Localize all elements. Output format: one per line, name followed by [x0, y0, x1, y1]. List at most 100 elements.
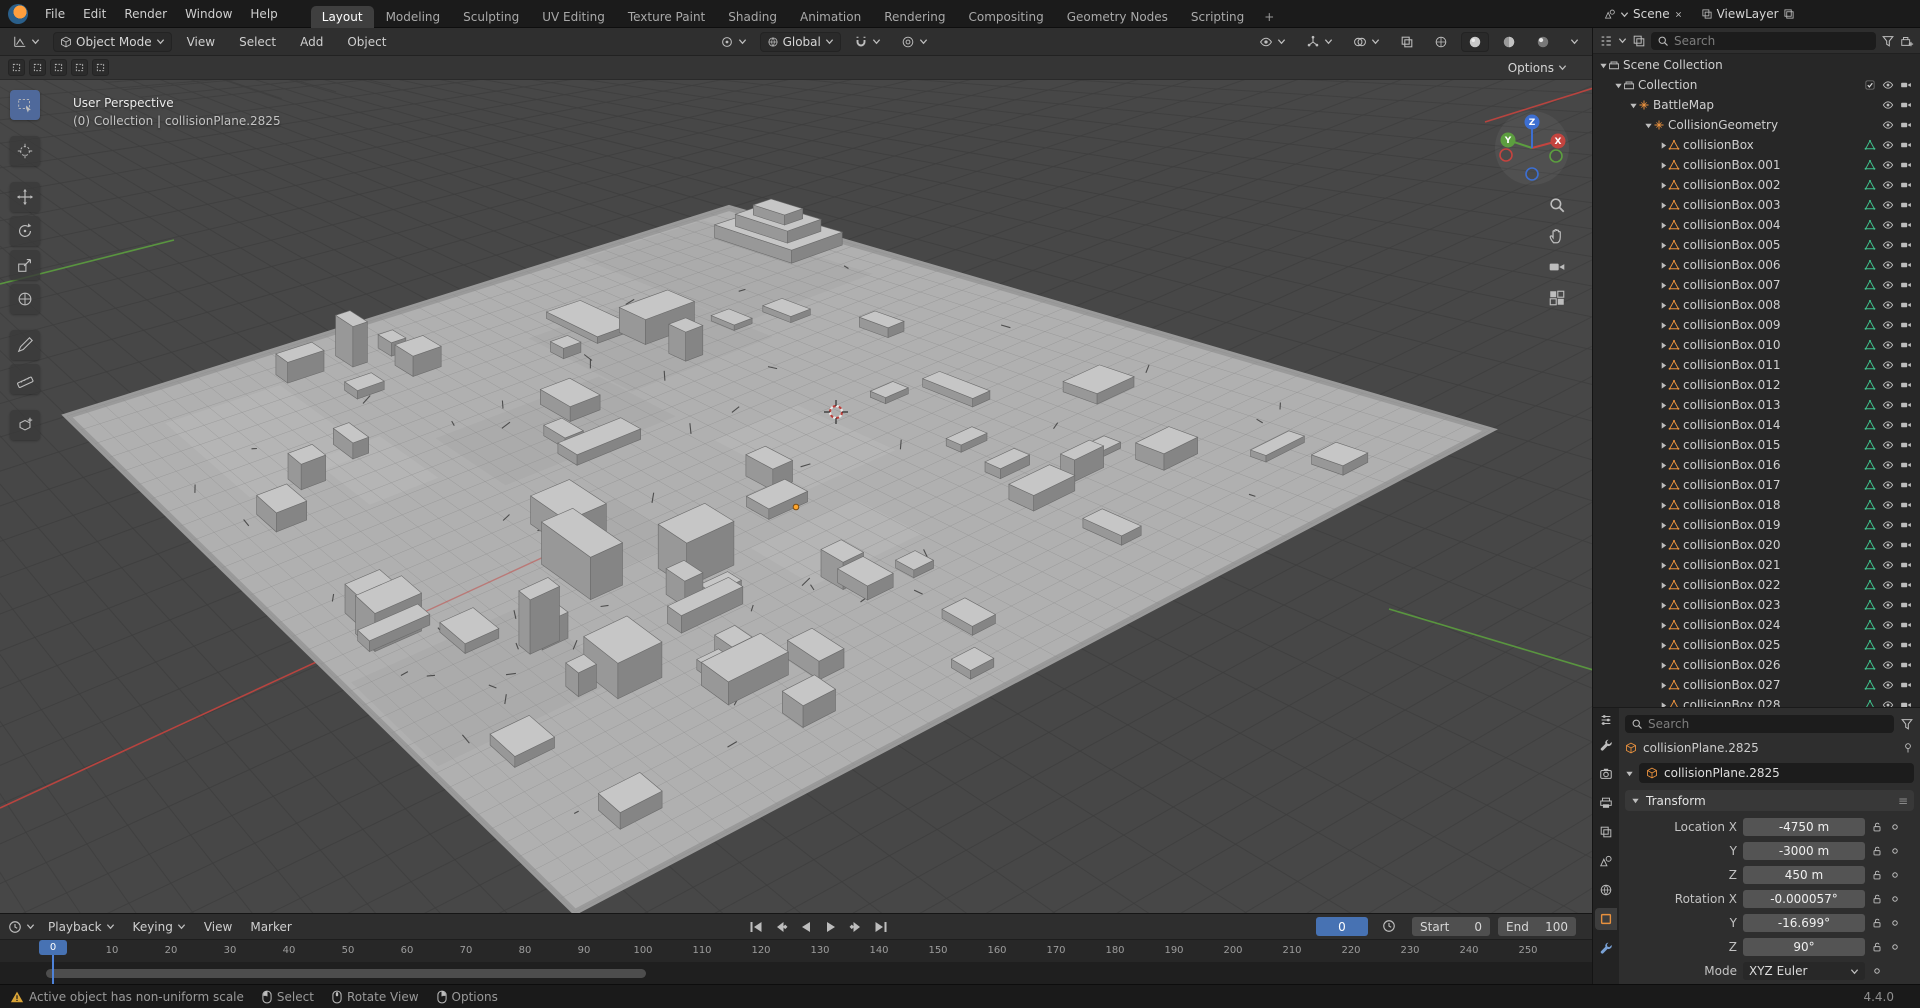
expand-right-icon[interactable] — [1659, 641, 1668, 650]
animate-dot-icon[interactable] — [1889, 893, 1901, 905]
expand-right-icon[interactable] — [1659, 601, 1668, 610]
hide-viewport-icon[interactable] — [1882, 459, 1894, 471]
hide-viewport-icon[interactable] — [1882, 599, 1894, 611]
shading-material-button[interactable] — [1495, 32, 1523, 52]
timeline-menu-view[interactable]: View — [195, 917, 241, 937]
timeline-menu-playback[interactable]: Playback — [39, 917, 124, 937]
mode-dropdown[interactable]: Object Mode — [53, 32, 172, 52]
animate-dot-icon[interactable] — [1889, 845, 1901, 857]
expand-right-icon[interactable] — [1659, 261, 1668, 270]
shading-dropdown[interactable] — [1563, 34, 1586, 49]
outliner-row-collection[interactable]: Collection — [1593, 75, 1920, 95]
outliner-row-collisionbox-005[interactable]: collisionBox.005 — [1593, 235, 1920, 255]
breadcrumb-label[interactable]: collisionPlane.2825 — [1643, 741, 1759, 755]
properties-tab-scene[interactable] — [1595, 850, 1617, 872]
tool-rotate-button[interactable] — [10, 216, 40, 246]
outliner-row-collisionbox-011[interactable]: collisionBox.011 — [1593, 355, 1920, 375]
disable-render-icon[interactable] — [1900, 319, 1912, 331]
outliner-row-collisionbox-019[interactable]: collisionBox.019 — [1593, 515, 1920, 535]
outliner-search[interactable] — [1651, 32, 1876, 50]
expand-right-icon[interactable] — [1659, 141, 1668, 150]
disable-render-icon[interactable] — [1900, 439, 1912, 451]
hide-viewport-icon[interactable] — [1882, 699, 1894, 707]
outliner-row-collisionbox-001[interactable]: collisionBox.001 — [1593, 155, 1920, 175]
outliner-row-collisionbox-004[interactable]: collisionBox.004 — [1593, 215, 1920, 235]
hide-viewport-icon[interactable] — [1882, 399, 1894, 411]
outliner-row-collisionbox-024[interactable]: collisionBox.024 — [1593, 615, 1920, 635]
expander-icon[interactable] — [1625, 769, 1634, 778]
hide-viewport-icon[interactable] — [1882, 299, 1894, 311]
properties-tab-modifiers[interactable] — [1595, 937, 1617, 959]
properties-tab-output[interactable] — [1595, 792, 1617, 814]
disable-render-icon[interactable] — [1900, 99, 1912, 111]
gizmos-dropdown[interactable] — [1299, 32, 1340, 52]
outliner-row-collisionbox[interactable]: collisionBox — [1593, 135, 1920, 155]
outliner-row-collisionbox-021[interactable]: collisionBox.021 — [1593, 555, 1920, 575]
expand-right-icon[interactable] — [1659, 361, 1668, 370]
lock-icon[interactable] — [1871, 845, 1883, 857]
hide-viewport-icon[interactable] — [1882, 659, 1894, 671]
properties-search-input[interactable] — [1648, 717, 1888, 731]
tool-scale-button[interactable] — [10, 250, 40, 280]
orientation-dropdown[interactable]: Global — [760, 32, 841, 52]
disable-render-icon[interactable] — [1900, 519, 1912, 531]
timeline-ruler[interactable]: 0102030405060708090100110120130140150160… — [0, 940, 1592, 962]
tool-measure-button[interactable] — [10, 364, 40, 394]
expand-right-icon[interactable] — [1659, 461, 1668, 470]
hide-viewport-icon[interactable] — [1882, 159, 1894, 171]
jump-to-end-button[interactable] — [870, 917, 892, 936]
proportional-editing-dropdown[interactable] — [894, 32, 935, 52]
editor-type-dropdown[interactable] — [6, 32, 47, 52]
disable-render-icon[interactable] — [1900, 619, 1912, 631]
outliner-row-collisionbox-010[interactable]: collisionBox.010 — [1593, 335, 1920, 355]
add-workspace-button[interactable]: + — [1256, 6, 1282, 28]
workspace-tab-modeling[interactable]: Modeling — [375, 6, 452, 28]
shading-solid-button[interactable] — [1461, 32, 1489, 52]
camera-view-icon[interactable] — [1548, 258, 1566, 276]
disable-render-icon[interactable] — [1900, 599, 1912, 611]
expand-right-icon[interactable] — [1659, 321, 1668, 330]
animate-dot-icon[interactable] — [1889, 917, 1901, 929]
tool-box-select-button[interactable] — [10, 90, 40, 120]
select-mode-intersect-button[interactable] — [92, 59, 109, 76]
outliner-row-collisionbox-015[interactable]: collisionBox.015 — [1593, 435, 1920, 455]
expand-right-icon[interactable] — [1659, 421, 1668, 430]
play-reverse-button[interactable] — [795, 917, 817, 936]
jump-to-next-keyframe-button[interactable] — [845, 917, 867, 936]
disable-render-icon[interactable] — [1900, 419, 1912, 431]
options-dropdown[interactable]: Options — [1501, 58, 1574, 78]
workspace-tab-scripting[interactable]: Scripting — [1180, 6, 1255, 28]
hide-viewport-icon[interactable] — [1882, 679, 1894, 691]
editor-type-icon[interactable] — [8, 920, 22, 934]
expand-right-icon[interactable] — [1659, 441, 1668, 450]
play-button[interactable] — [820, 917, 842, 936]
hide-viewport-icon[interactable] — [1882, 639, 1894, 651]
disable-render-icon[interactable] — [1900, 479, 1912, 491]
transform-value-field[interactable]: -3000 m — [1743, 842, 1865, 860]
outliner-row-collisionbox-018[interactable]: collisionBox.018 — [1593, 495, 1920, 515]
transform-value-field[interactable]: -0.000057° — [1743, 890, 1865, 908]
hide-viewport-icon[interactable] — [1882, 239, 1894, 251]
outliner-row-collisionbox-027[interactable]: collisionBox.027 — [1593, 675, 1920, 695]
expand-right-icon[interactable] — [1659, 341, 1668, 350]
expand-right-icon[interactable] — [1659, 621, 1668, 630]
transform-panel-header[interactable]: Transform ≡ — [1625, 790, 1914, 811]
menu-file[interactable]: File — [36, 4, 74, 24]
hide-viewport-icon[interactable] — [1882, 139, 1894, 151]
disable-render-icon[interactable] — [1900, 639, 1912, 651]
outliner-row-collisionbox-002[interactable]: collisionBox.002 — [1593, 175, 1920, 195]
workspace-tab-sculpting[interactable]: Sculpting — [452, 6, 530, 28]
hide-viewport-icon[interactable] — [1882, 499, 1894, 511]
outliner-row-battlemap[interactable]: BattleMap — [1593, 95, 1920, 115]
viewport-menu-add[interactable]: Add — [291, 32, 332, 52]
properties-tab-tool[interactable] — [1595, 734, 1617, 756]
snap-dropdown[interactable] — [847, 32, 888, 52]
disable-render-icon[interactable] — [1900, 259, 1912, 271]
expand-down-icon[interactable] — [1644, 121, 1653, 130]
outliner-row-collisionbox-026[interactable]: collisionBox.026 — [1593, 655, 1920, 675]
chevron-down-icon[interactable] — [26, 922, 35, 931]
animate-dot-icon[interactable] — [1871, 965, 1883, 977]
chevron-down-icon[interactable] — [1620, 10, 1629, 19]
tool-annotate-button[interactable] — [10, 330, 40, 360]
lock-icon[interactable] — [1871, 917, 1883, 929]
